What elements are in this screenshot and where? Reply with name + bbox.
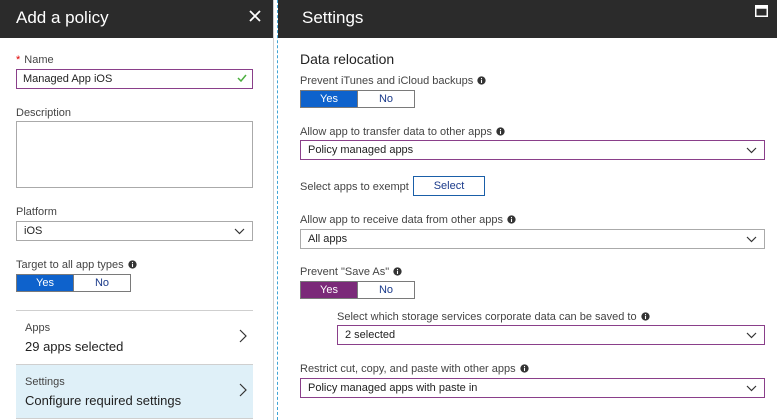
name-label: * Name <box>16 54 54 66</box>
info-icon[interactable] <box>477 76 486 85</box>
settings-value: Configure required settings <box>25 393 182 408</box>
chevron-right-icon <box>239 383 247 397</box>
save-as-label: Prevent "Save As" <box>300 266 402 278</box>
platform-value: iOS <box>24 225 43 237</box>
receive-select[interactable]: All apps <box>300 229 765 249</box>
transfer-value: Policy managed apps <box>308 144 414 156</box>
save-as-toggle[interactable]: Yes No <box>300 281 415 299</box>
chevron-down-icon <box>746 385 757 392</box>
platform-select[interactable]: iOS <box>16 221 253 241</box>
apps-value: 29 apps selected <box>25 339 124 354</box>
platform-label: Platform <box>16 206 57 218</box>
chevron-down-icon <box>746 332 757 339</box>
divider <box>16 418 253 419</box>
transfer-label: Allow app to transfer data to other apps <box>300 126 505 138</box>
description-label: Description <box>16 107 72 119</box>
clipboard-label: Restrict cut, copy, and paste with other… <box>300 363 529 375</box>
settings-blade: Settings Data relocation Prevent iTunes … <box>277 0 777 420</box>
save-as-yes-option[interactable]: Yes <box>301 282 357 298</box>
clipboard-select[interactable]: Policy managed apps with paste in <box>300 378 765 398</box>
required-asterisk: * <box>16 54 21 66</box>
chevron-down-icon <box>234 228 245 235</box>
info-icon[interactable] <box>496 127 505 136</box>
receive-value: All apps <box>308 233 348 245</box>
name-field-value: Managed App iOS <box>23 73 113 85</box>
select-apps-button[interactable]: Select <box>413 176 485 196</box>
target-no-option[interactable]: No <box>73 275 130 291</box>
storage-select[interactable]: 2 selected <box>337 325 765 345</box>
settings-header: Settings <box>278 0 777 38</box>
add-policy-header: Add a policy <box>0 0 273 38</box>
info-icon[interactable] <box>507 215 516 224</box>
info-icon[interactable] <box>127 260 137 269</box>
chevron-down-icon <box>746 236 757 243</box>
add-policy-blade: Add a policy * Name Managed App iOS Descr… <box>0 0 274 420</box>
target-label: Target to all app types <box>16 259 137 271</box>
add-policy-title: Add a policy <box>16 8 109 27</box>
prevent-backup-label: Prevent iTunes and iCloud backups <box>300 75 486 87</box>
description-field[interactable] <box>16 121 253 188</box>
prevent-backup-yes-option[interactable]: Yes <box>301 91 357 107</box>
apps-label: Apps <box>25 322 51 334</box>
chevron-down-icon <box>746 147 757 154</box>
apps-nav-item[interactable]: Apps 29 apps selected <box>16 311 253 365</box>
target-toggle[interactable]: Yes No <box>16 274 131 292</box>
exempt-label: Select apps to exempt <box>300 181 409 193</box>
name-field[interactable]: Managed App iOS <box>16 69 253 89</box>
prevent-backup-toggle[interactable]: Yes No <box>300 90 415 108</box>
target-yes-option[interactable]: Yes <box>17 275 73 291</box>
prevent-backup-no-option[interactable]: No <box>357 91 414 107</box>
storage-value: 2 selected <box>345 329 396 341</box>
storage-label: Select which storage services corporate … <box>337 311 650 323</box>
save-as-no-option[interactable]: No <box>357 282 414 298</box>
settings-nav-item[interactable]: Settings Configure required settings <box>16 365 253 419</box>
settings-title: Settings <box>302 8 364 27</box>
info-icon[interactable] <box>640 312 650 321</box>
receive-label: Allow app to receive data from other app… <box>300 214 516 226</box>
maximize-icon[interactable] <box>755 5 768 17</box>
info-icon[interactable] <box>393 267 402 276</box>
info-icon[interactable] <box>520 364 529 373</box>
clipboard-value: Policy managed apps with paste in <box>308 382 478 394</box>
close-icon[interactable] <box>247 8 263 24</box>
check-icon <box>237 74 247 82</box>
settings-label: Settings <box>25 376 65 388</box>
transfer-select[interactable]: Policy managed apps <box>300 140 765 160</box>
chevron-right-icon <box>239 329 247 343</box>
section-title: Data relocation <box>300 51 395 67</box>
